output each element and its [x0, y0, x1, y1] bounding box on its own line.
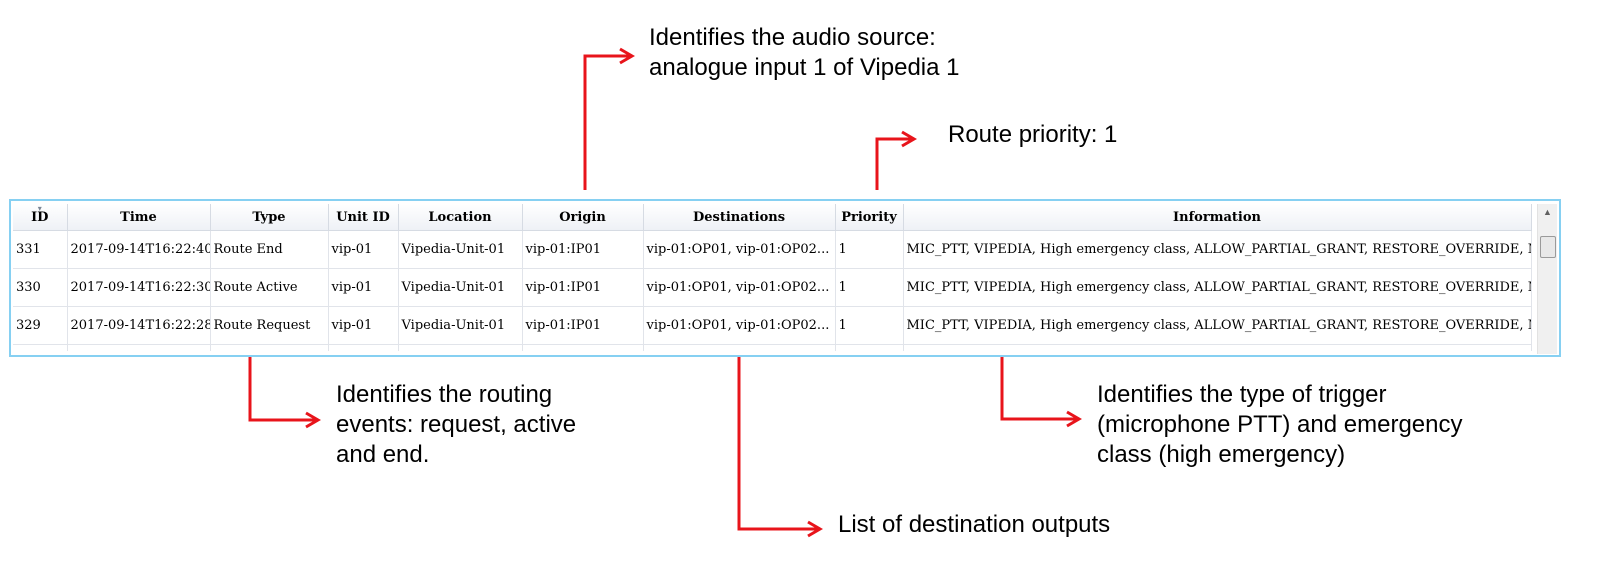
cell-location: Vipedia-Unit-01 [398, 230, 523, 269]
column-header-time[interactable]: Time [67, 204, 211, 231]
sort-indicator-icon: ▾ [37, 203, 42, 213]
column-header-location[interactable]: Location [398, 204, 523, 231]
vertical-scrollbar[interactable]: ▲ [1537, 204, 1557, 354]
cell-time: 2017-09-14T16:22:28 [67, 306, 211, 345]
cell-id: 330 [13, 268, 68, 307]
cell-time: 2017-09-14T16:22:40 [67, 230, 211, 269]
cell-information: MIC_PTT, VIPEDIA, High emergency class, … [903, 230, 1532, 269]
trigger-type-arrow [1000, 357, 1077, 421]
column-header-origin[interactable]: Origin [522, 204, 644, 231]
cell-id: 331 [13, 230, 68, 269]
table-row[interactable]: 330 2017-09-14T16:22:30 Route Active vip… [13, 268, 1532, 307]
cell-unit-id: vip-01 [328, 230, 399, 269]
cell-priority: 1 [835, 230, 904, 269]
routing-events-arrow [248, 357, 316, 422]
cell-information: MIC_PTT, VIPEDIA, High emergency class, … [903, 306, 1532, 345]
table-row[interactable]: 329 2017-09-14T16:22:28 Route Request vi… [13, 306, 1532, 345]
scroll-up-icon[interactable]: ▲ [1538, 207, 1557, 217]
table-row[interactable]: 331 2017-09-14T16:22:40 Route End vip-01… [13, 230, 1532, 269]
cell-unit-id: vip-01 [328, 306, 399, 345]
column-header-id[interactable]: ▾ ID [13, 203, 68, 231]
cell-destinations: vip-01:OP01, vip-01:OP02... [643, 230, 836, 269]
cell-time: 2017-09-14T16:22:30 [67, 268, 211, 307]
cell-information: MIC_PTT, VIPEDIA, High emergency class, … [903, 268, 1532, 307]
cell-origin: vip-01:IP01 [522, 230, 644, 269]
cell-type: Route End [210, 230, 329, 269]
cell-type: Route Request [210, 306, 329, 345]
scrollbar-thumb[interactable] [1540, 236, 1556, 258]
route-priority-arrow [875, 137, 912, 190]
column-header-type[interactable]: Type [210, 204, 329, 231]
destinations-arrow [737, 357, 818, 531]
cell-location: Vipedia-Unit-01 [398, 268, 523, 307]
audio-source-arrow [583, 54, 630, 190]
column-header-unit-id[interactable]: Unit ID [328, 204, 399, 231]
table-row-partial [13, 344, 1532, 351]
cell-origin: vip-01:IP01 [522, 306, 644, 345]
cell-location: Vipedia-Unit-01 [398, 306, 523, 345]
event-log-grid: ▾ ID Time Type Unit ID Location Origin D… [9, 199, 1561, 357]
column-header-destinations[interactable]: Destinations [643, 204, 836, 231]
header-row: ▾ ID Time Type Unit ID Location Origin D… [13, 203, 1532, 231]
cell-id: 329 [13, 306, 68, 345]
cell-priority: 1 [835, 306, 904, 345]
column-header-priority[interactable]: Priority [835, 204, 904, 231]
event-log-table: ▾ ID Time Type Unit ID Location Origin D… [13, 204, 1532, 351]
cell-priority: 1 [835, 268, 904, 307]
cell-destinations: vip-01:OP01, vip-01:OP02... [643, 306, 836, 345]
cell-unit-id: vip-01 [328, 268, 399, 307]
cell-type: Route Active [210, 268, 329, 307]
cell-destinations: vip-01:OP01, vip-01:OP02... [643, 268, 836, 307]
cell-origin: vip-01:IP01 [522, 268, 644, 307]
column-header-information[interactable]: Information [903, 204, 1532, 231]
